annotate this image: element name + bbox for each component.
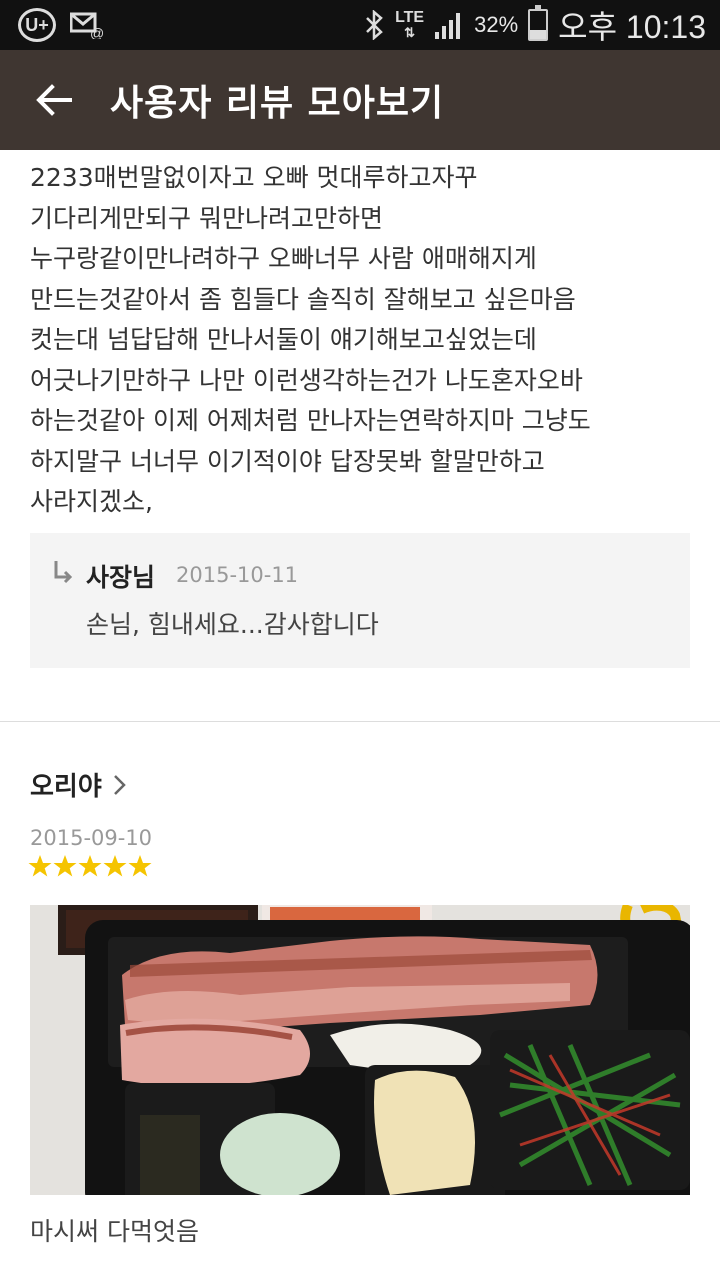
page-title: 사용자 리뷰 모아보기	[110, 83, 445, 124]
photo-caption: 마시써 다먹엇음	[30, 1217, 199, 1246]
network-type-label: LTE ⇅	[395, 9, 425, 41]
app-bar: 사용자 리뷰 모아보기	[0, 50, 720, 150]
network-type-text: LTE	[395, 9, 425, 26]
star-icon	[53, 855, 77, 877]
reply-arrow-icon	[54, 561, 73, 584]
clock: 오후 10:13	[558, 9, 706, 45]
review-text: 2233매번말없이자고 오빠 멋대루하고자꾸 기다리게만되구 뭐만나려고만하면 …	[30, 163, 591, 516]
reviewer-name-link[interactable]: 오리야	[30, 766, 128, 803]
back-arrow-icon[interactable]	[30, 75, 80, 125]
review-photo[interactable]	[30, 905, 690, 1195]
battery-percent: 32%	[474, 12, 519, 37]
bluetooth-icon	[366, 10, 383, 40]
battery-icon	[528, 5, 549, 41]
star-icon	[103, 855, 127, 877]
chevron-right-icon	[113, 774, 126, 795]
reply-date: 2015-10-11	[176, 563, 299, 587]
signal-strength-icon	[435, 13, 461, 39]
data-arrows-icon: ⇅	[404, 25, 416, 40]
star-icon	[28, 855, 52, 877]
star-icon	[128, 855, 152, 877]
owner-reply: 사장님 2015-10-11 손님, 힘내세요...감사합니다	[30, 533, 690, 668]
status-left: U+ @	[18, 8, 104, 42]
star-rating	[28, 854, 152, 878]
review-date: 2015-09-10	[30, 826, 153, 850]
reply-author: 사장님	[86, 563, 156, 592]
reply-text: 손님, 힘내세요...감사합니다	[86, 610, 379, 639]
star-icon	[78, 855, 102, 877]
carrier-logo-icon: U+	[18, 8, 56, 42]
reviewer-name: 오리야	[30, 772, 102, 802]
svg-text:@: @	[90, 25, 104, 39]
status-right: LTE ⇅ 32% 오후 10:13	[363, 0, 706, 50]
divider	[0, 721, 720, 722]
mail-notification-icon: @	[70, 12, 104, 39]
status-bar: U+ @ LTE ⇅ 32% 오후 10:13	[0, 0, 720, 50]
